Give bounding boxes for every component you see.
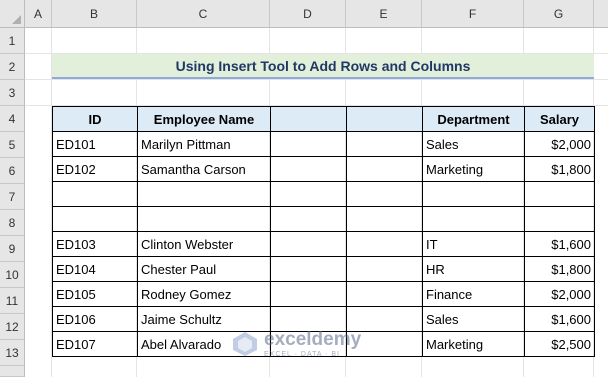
cell-blank[interactable] [270,156,347,182]
column-header-d[interactable]: D [270,0,346,28]
cell-salary[interactable]: $1,600 [524,306,595,332]
cell-blank[interactable] [346,181,423,207]
cell-blank[interactable] [270,131,347,157]
row-header-1[interactable]: 1 [0,28,25,54]
cell-employee-name[interactable]: Clinton Webster [137,231,271,257]
cell-salary[interactable]: $2,000 [524,131,595,157]
row-header-10[interactable]: 10 [0,262,25,288]
cell-id[interactable]: ED102 [52,156,138,182]
watermark-brand: exceldemy [264,329,362,350]
row-header-6[interactable]: 6 [0,158,25,184]
cell-employee-name[interactable] [137,181,271,207]
cell-id[interactable]: ED104 [52,256,138,282]
watermark-tagline: EXCEL · DATA · BI [264,351,340,358]
cell-department[interactable] [422,181,525,207]
select-all-corner[interactable] [0,0,25,28]
table-row: ED104 Chester Paul HR $1,800 [52,256,595,282]
column-header-f[interactable]: F [422,0,524,28]
cell-blank[interactable] [270,256,347,282]
cell-employee-name[interactable]: Chester Paul [137,256,271,282]
header-cell-salary[interactable]: Salary [524,106,595,132]
column-header-b[interactable]: B [52,0,137,28]
table-row-inserted [52,206,595,232]
cell-department[interactable] [422,206,525,232]
header-cell-blank-d[interactable] [270,106,347,132]
cell-blank[interactable] [346,306,423,332]
table-row-inserted [52,181,595,207]
column-header-c[interactable]: C [137,0,270,28]
table-row: ED103 Clinton Webster IT $1,600 [52,231,595,257]
row-header-13[interactable]: 13 [0,340,25,366]
cell-salary[interactable]: $1,800 [524,156,595,182]
row-header-3[interactable]: 3 [0,80,25,106]
cell-blank[interactable] [346,256,423,282]
header-cell-id[interactable]: ID [52,106,138,132]
cell-department[interactable]: Marketing [422,156,525,182]
row-header-12[interactable]: 12 [0,314,25,340]
cell-employee-name[interactable]: Rodney Gomez [137,281,271,307]
cell-employee-name[interactable]: Jaime Schultz [137,306,271,332]
row-header-4[interactable]: 4 [0,106,25,132]
cell-employee-name[interactable]: Marilyn Pittman [137,131,271,157]
cell-blank[interactable] [346,156,423,182]
cell-employee-name[interactable] [137,206,271,232]
cell-department[interactable]: Sales [422,131,525,157]
cell-blank[interactable] [346,131,423,157]
cell-id[interactable] [52,181,138,207]
header-cell-employee-name[interactable]: Employee Name [137,106,271,132]
row-header-11[interactable]: 11 [0,288,25,314]
table-row: ED105 Rodney Gomez Finance $2,000 [52,281,595,307]
exceldemy-logo-icon [233,332,257,356]
cell-salary[interactable]: $2,500 [524,331,595,357]
column-header-a[interactable]: A [25,0,52,28]
header-cell-blank-e[interactable] [346,106,423,132]
cell-blank[interactable] [270,306,347,332]
row-header-overflow [0,366,25,377]
gridline [25,79,608,80]
cell-id[interactable]: ED101 [52,131,138,157]
spreadsheet-grid: A B C D E F G 1 2 3 4 5 6 7 8 9 10 11 12… [0,0,608,377]
cell-salary[interactable] [524,206,595,232]
cell-blank[interactable] [270,181,347,207]
row-header-8[interactable]: 8 [0,210,25,236]
table-header-row: ID Employee Name Department Salary [52,106,595,132]
table-row: ED101 Marilyn Pittman Sales $2,000 [52,131,595,157]
column-header-e[interactable]: E [346,0,422,28]
cell-department[interactable]: Finance [422,281,525,307]
header-cell-department[interactable]: Department [422,106,525,132]
cell-department[interactable]: Sales [422,306,525,332]
cell-id[interactable]: ED103 [52,231,138,257]
cell-blank[interactable] [270,281,347,307]
employee-table: ID Employee Name Department Salary ED101… [52,106,595,357]
cell-blank[interactable] [346,281,423,307]
cell-department[interactable]: Marketing [422,331,525,357]
column-header-overflow [594,0,608,28]
cell-salary[interactable] [524,181,595,207]
row-header-5[interactable]: 5 [0,132,25,158]
cell-employee-name[interactable]: Samantha Carson [137,156,271,182]
table-row: ED102 Samantha Carson Marketing $1,800 [52,156,595,182]
row-header-9[interactable]: 9 [0,236,25,262]
cell-id[interactable] [52,206,138,232]
cell-id[interactable]: ED107 [52,331,138,357]
cell-salary[interactable]: $1,800 [524,256,595,282]
cell-salary[interactable]: $2,000 [524,281,595,307]
cell-department[interactable]: IT [422,231,525,257]
sheet-title-cell[interactable]: Using Insert Tool to Add Rows and Column… [52,54,594,79]
cell-id[interactable]: ED105 [52,281,138,307]
cell-blank[interactable] [346,206,423,232]
table-row: ED106 Jaime Schultz Sales $1,600 [52,306,595,332]
column-header-g[interactable]: G [524,0,594,28]
cell-id[interactable]: ED106 [52,306,138,332]
cell-department[interactable]: HR [422,256,525,282]
row-header-7[interactable]: 7 [0,184,25,210]
cell-blank[interactable] [346,231,423,257]
cell-blank[interactable] [270,231,347,257]
row-header-2[interactable]: 2 [0,54,25,80]
exceldemy-watermark: exceldemy EXCEL · DATA · BI [232,330,361,358]
cell-salary[interactable]: $1,600 [524,231,595,257]
cell-blank[interactable] [270,206,347,232]
